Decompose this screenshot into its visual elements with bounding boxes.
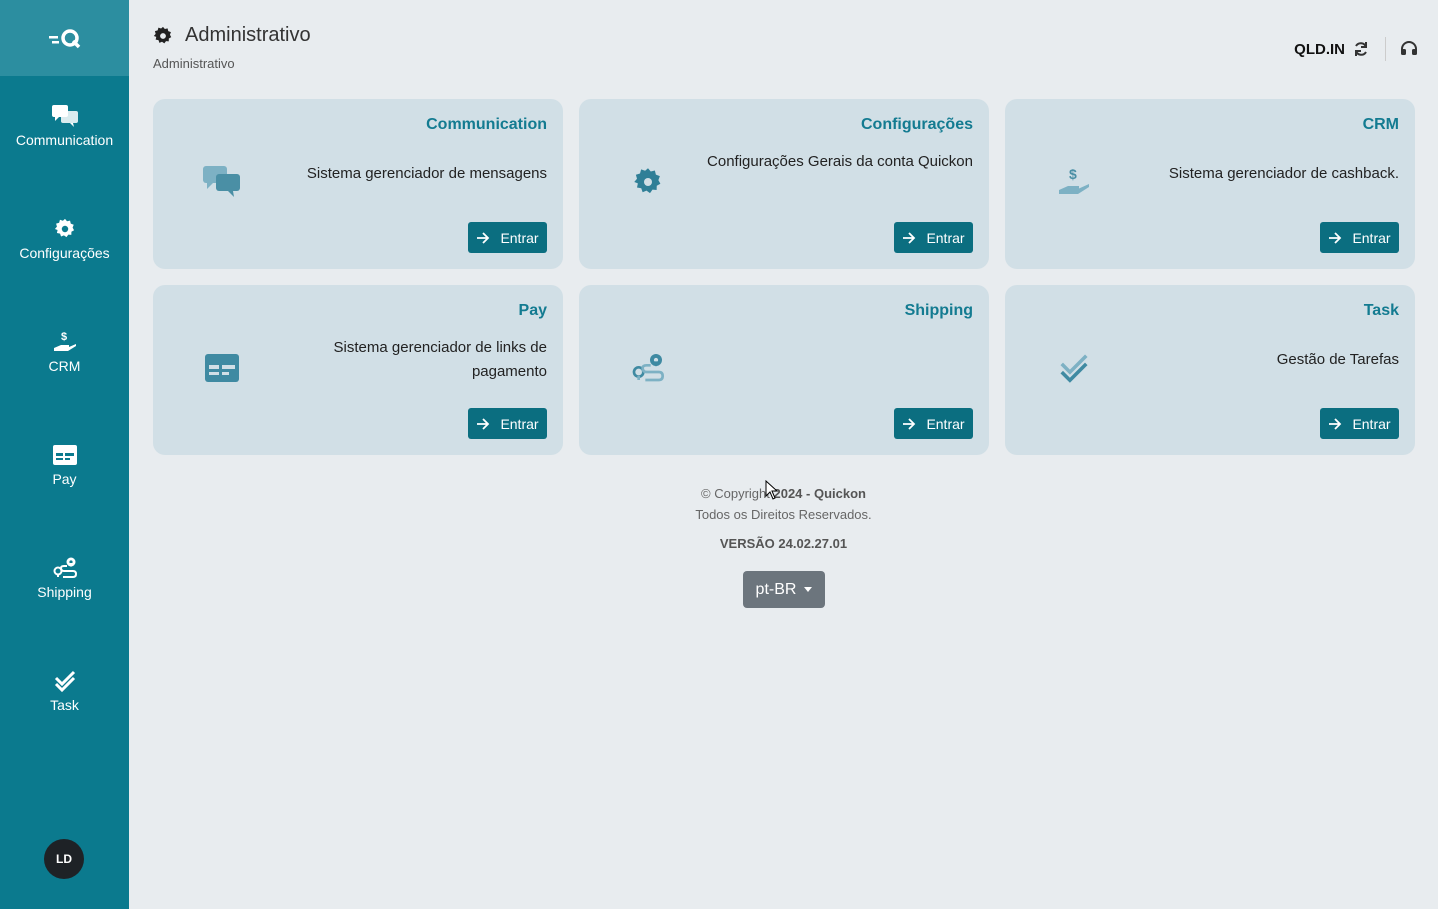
divider	[1385, 37, 1386, 61]
breadcrumb: Administrativo	[153, 56, 235, 71]
sidebar: Communication Configurações $ CRM Pay Sh…	[0, 0, 129, 909]
arrow-right-icon	[903, 231, 916, 244]
arrow-right-icon	[1329, 231, 1342, 244]
card-icon	[52, 443, 78, 467]
chat-icon	[203, 165, 241, 199]
mouse-cursor-icon	[765, 480, 779, 500]
enter-button-label: Entrar	[1352, 229, 1391, 246]
sidebar-item-label: Communication	[15, 132, 114, 148]
app-card-task: Task Gestão de Tarefas Entrar	[1005, 285, 1415, 455]
language-label: pt-BR	[755, 580, 797, 598]
enter-button-label: Entrar	[926, 229, 965, 246]
company-name: QLD.IN	[1294, 40, 1345, 58]
enter-button-label: Entrar	[500, 415, 539, 432]
route-icon	[629, 351, 667, 385]
card-description: Configurações Gerais da conta Quickon	[707, 153, 973, 170]
sidebar-item-configuracoes[interactable]: Configurações	[0, 217, 129, 261]
top-right-bar: QLD.IN	[1294, 36, 1418, 62]
gear-icon	[52, 217, 78, 241]
card-description: Gestão de Tarefas	[1276, 351, 1399, 368]
enter-button[interactable]: Entrar	[468, 408, 547, 439]
arrow-right-icon	[477, 417, 490, 430]
card-title: Task	[1363, 302, 1399, 319]
rights-text: Todos os Direitos Reservados.	[695, 507, 872, 522]
check-icon	[52, 669, 78, 693]
gear-icon	[629, 165, 667, 199]
route-icon	[52, 556, 78, 580]
arrow-right-icon	[477, 231, 490, 244]
svg-text:$: $	[61, 331, 67, 343]
sidebar-item-label: Pay	[52, 471, 77, 487]
hand-dollar-icon: $	[1055, 165, 1093, 199]
card-description: Sistema gerenciador de links de pagament…	[333, 339, 547, 380]
chat-icon	[51, 104, 78, 128]
sidebar-item-label: Shipping	[37, 584, 92, 600]
card-icon	[203, 351, 241, 385]
enter-button-label: Entrar	[1352, 415, 1391, 432]
headset-icon[interactable]	[1400, 40, 1418, 58]
card-title: Pay	[518, 302, 547, 319]
app-card-crm: CRM $ Sistema gerenciador de cashback. E…	[1005, 99, 1415, 269]
version-text: VERSÃO 24.02.27.01	[719, 536, 848, 551]
logo[interactable]	[0, 0, 129, 76]
enter-button[interactable]: Entrar	[1320, 408, 1399, 439]
sidebar-item-task[interactable]: Task	[0, 669, 129, 713]
page-title-text: Administrativo	[185, 24, 311, 46]
sidebar-item-communication[interactable]: Communication	[0, 104, 129, 148]
hand-dollar-icon: $	[52, 330, 78, 354]
sidebar-item-label: Configurações	[19, 245, 110, 261]
sidebar-item-label: CRM	[48, 358, 81, 374]
card-title: Configurações	[860, 116, 973, 133]
sidebar-item-shipping[interactable]: Shipping	[0, 556, 129, 600]
caret-down-icon	[804, 587, 813, 592]
enter-button[interactable]: Entrar	[894, 408, 973, 439]
enter-button[interactable]: Entrar	[1320, 222, 1399, 253]
arrow-right-icon	[1329, 417, 1342, 430]
svg-text:$: $	[1069, 166, 1077, 182]
card-description: Sistema gerenciador de cashback.	[1168, 165, 1399, 182]
card-description: Sistema gerenciador de mensagens	[306, 165, 547, 182]
arrow-right-icon	[903, 417, 916, 430]
sidebar-item-crm[interactable]: $ CRM	[0, 330, 129, 374]
card-title: Shipping	[904, 302, 973, 319]
app-card-pay: Pay Sistema gerenciador de links de paga…	[153, 285, 563, 455]
app-card-communication: Communication Sistema gerenciador de men…	[153, 99, 563, 269]
page-title: Administrativo	[153, 24, 311, 47]
copyright: © Copyright 2024 - Quickon	[129, 486, 1438, 501]
avatar[interactable]: LD	[44, 839, 84, 879]
copyright-prefix: © Copyright	[701, 486, 770, 501]
refresh-icon[interactable]	[1353, 41, 1369, 57]
enter-button[interactable]: Entrar	[894, 222, 973, 253]
copyright-year-company: 2024 - Quickon	[773, 486, 866, 501]
language-select[interactable]: pt-BR	[743, 571, 825, 608]
gear-icon	[153, 26, 172, 43]
sidebar-item-pay[interactable]: Pay	[0, 443, 129, 487]
card-title: Communication	[426, 116, 547, 133]
quickon-logo-icon	[48, 29, 80, 49]
sidebar-item-label: Task	[50, 697, 79, 713]
app-card-shipping: Shipping Entrar	[579, 285, 989, 455]
app-card-configuracoes: Configurações Configurações Gerais da co…	[579, 99, 989, 269]
enter-button-label: Entrar	[500, 229, 539, 246]
card-title: CRM	[1362, 116, 1399, 133]
enter-button-label: Entrar	[926, 415, 965, 432]
enter-button[interactable]: Entrar	[468, 222, 547, 253]
check-icon	[1055, 351, 1093, 385]
